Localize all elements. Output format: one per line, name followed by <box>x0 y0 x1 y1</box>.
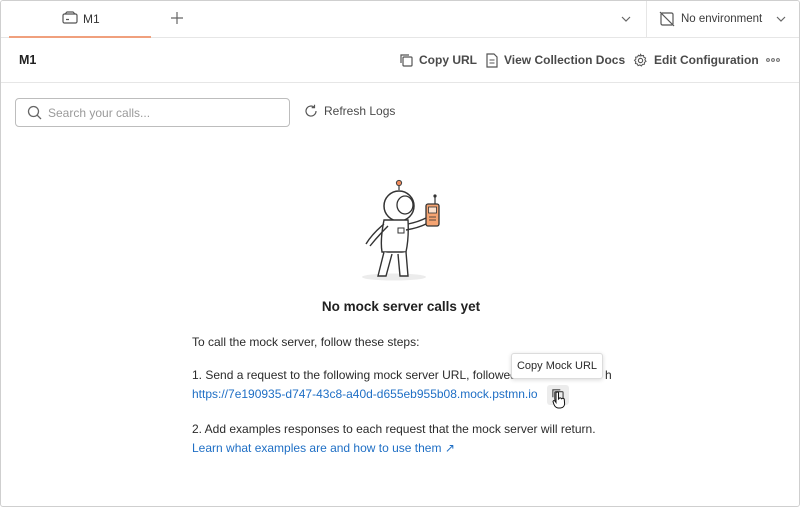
hand-cursor-icon <box>552 391 566 414</box>
app-window: M1 No environment M1 Copy URL View Colle <box>0 0 800 507</box>
chevron-down-icon <box>775 12 787 30</box>
environment-label: No environment <box>681 13 763 25</box>
edit-configuration-button[interactable]: Edit Configuration <box>633 51 759 69</box>
tab-bar: M1 No environment <box>1 1 799 38</box>
copy-mock-url-tooltip: Copy Mock URL <box>511 353 603 379</box>
tab-m1[interactable]: M1 <box>9 1 151 38</box>
mock-server-url-link[interactable]: https://7e190935-d747-43c8-a40d-d655eb95… <box>192 387 538 401</box>
tab-label: M1 <box>83 12 100 26</box>
page-title: M1 <box>19 53 37 67</box>
page-header: M1 Copy URL View Collection Docs Edit Co… <box>1 38 799 83</box>
step-two-text: 2. Add examples responses to each reques… <box>192 422 596 436</box>
search-input[interactable] <box>48 103 278 123</box>
search-icon <box>27 105 42 120</box>
chevron-down-icon[interactable] <box>620 12 632 30</box>
copy-url-button[interactable]: Copy URL <box>399 51 477 69</box>
edit-config-label: Edit Configuration <box>654 53 759 67</box>
empty-state-title: No mock server calls yet <box>321 299 481 314</box>
copy-url-label: Copy URL <box>419 53 477 67</box>
no-environment-icon <box>659 11 675 32</box>
document-icon <box>486 52 498 68</box>
astronaut-illustration <box>356 178 446 283</box>
view-collection-docs-button[interactable]: View Collection Docs <box>486 51 625 69</box>
learn-examples-link[interactable]: Learn what examples are and how to use t… <box>192 441 455 455</box>
divider <box>646 1 647 38</box>
refresh-logs-label: Refresh Logs <box>324 104 396 118</box>
environment-selector[interactable]: No environment <box>657 1 797 38</box>
step-one-text: 1. Send a request to the following mock … <box>192 368 527 382</box>
copy-icon <box>400 54 413 67</box>
instructions-intro: To call the mock server, follow these st… <box>192 335 420 349</box>
search-calls-field[interactable] <box>15 98 290 127</box>
refresh-logs-button[interactable]: Refresh Logs <box>304 104 395 118</box>
gear-icon <box>633 52 647 67</box>
view-docs-label: View Collection Docs <box>504 53 626 67</box>
mock-server-icon <box>62 11 78 30</box>
step-one-text-tail: h <box>605 368 612 382</box>
more-options-icon[interactable] <box>764 51 782 69</box>
plus-icon[interactable] <box>169 10 185 26</box>
refresh-icon <box>305 104 317 117</box>
